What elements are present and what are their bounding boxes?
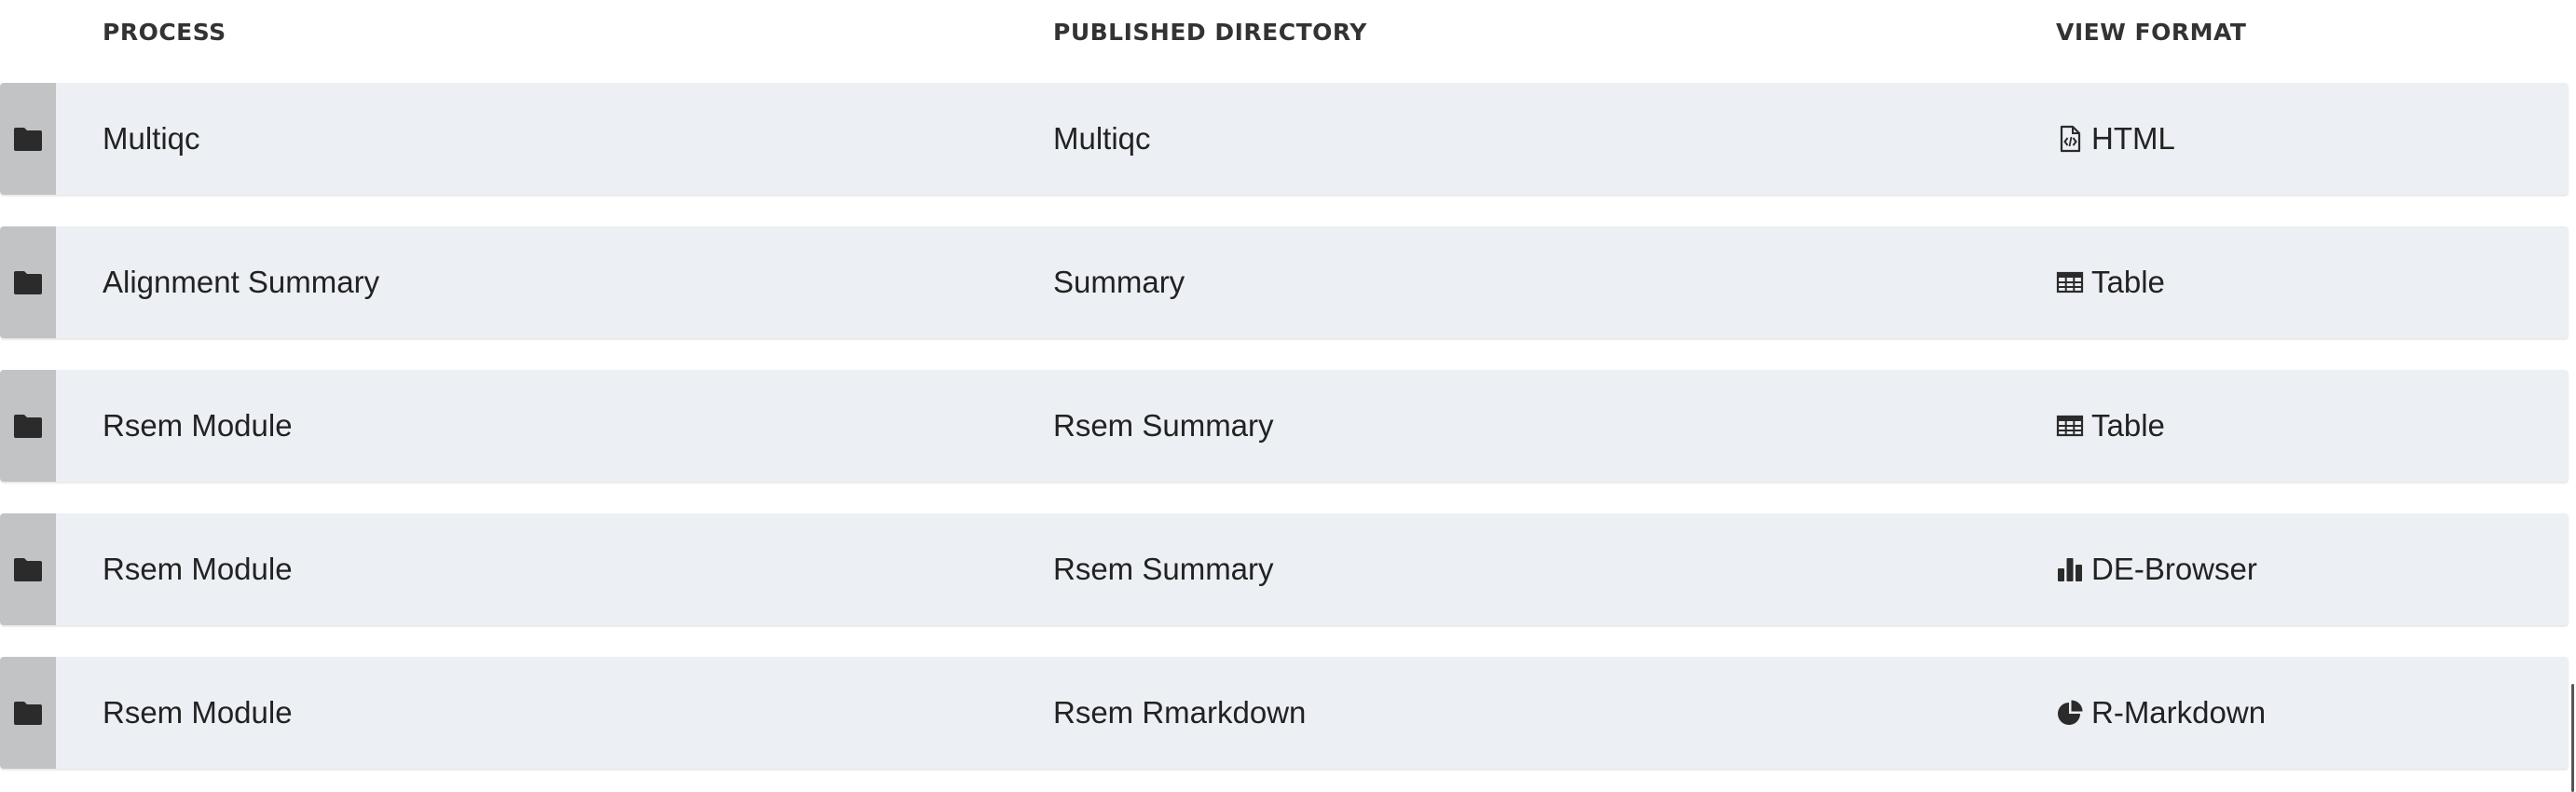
published-directory-cell: Summary xyxy=(1053,265,1185,299)
table-header: PROCESS PUBLISHED DIRECTORY VIEW FORMAT xyxy=(0,0,2576,71)
view-format-link[interactable]: HTML xyxy=(2056,83,2175,195)
bar-chart-icon xyxy=(2056,555,2084,583)
folder-icon xyxy=(13,700,43,726)
view-format-label: DE-Browser xyxy=(2091,552,2257,586)
table-row[interactable]: Rsem Module Rsem Summary Table xyxy=(0,370,2569,482)
row-folder-toggle[interactable] xyxy=(0,83,56,195)
process-cell: Rsem Module xyxy=(103,408,293,443)
process-cell: Rsem Module xyxy=(103,695,293,730)
view-format-label: Table xyxy=(2091,408,2165,443)
published-directory-cell: Rsem Rmarkdown xyxy=(1053,695,1307,730)
folder-icon xyxy=(13,269,43,295)
table-row[interactable]: Rsem Module Rsem Summary DE-Browser xyxy=(0,513,2569,625)
published-directory-cell: Rsem Summary xyxy=(1053,408,1274,443)
column-header-process[interactable]: PROCESS xyxy=(103,19,226,46)
folder-icon xyxy=(13,556,43,582)
folder-icon xyxy=(13,413,43,439)
view-format-label: Table xyxy=(2091,265,2165,299)
table-row[interactable]: Rsem Module Rsem Rmarkdown R-Markdown xyxy=(0,657,2569,769)
table-icon xyxy=(2056,412,2084,440)
view-format-link[interactable]: Table xyxy=(2056,226,2165,338)
published-directory-cell: Rsem Summary xyxy=(1053,552,1274,586)
view-format-link[interactable]: DE-Browser xyxy=(2056,513,2257,625)
row-folder-toggle[interactable] xyxy=(0,370,56,482)
view-format-label: R-Markdown xyxy=(2091,695,2267,730)
table-row[interactable]: Alignment Summary Summary Table xyxy=(0,226,2569,338)
pie-chart-icon xyxy=(2056,699,2084,727)
file-code-icon xyxy=(2056,125,2084,153)
process-cell: Rsem Module xyxy=(103,552,293,586)
table-row[interactable]: Multiqc Multiqc HTML xyxy=(0,83,2569,195)
view-format-link[interactable]: Table xyxy=(2056,370,2165,482)
vertical-scrollbar[interactable] xyxy=(2571,684,2574,792)
row-folder-toggle[interactable] xyxy=(0,226,56,338)
published-directory-cell: Multiqc xyxy=(1053,121,1151,156)
process-cell: Alignment Summary xyxy=(103,265,380,299)
outputs-table: PROCESS PUBLISHED DIRECTORY VIEW FORMAT … xyxy=(0,0,2576,792)
folder-icon xyxy=(13,126,43,152)
column-header-published-directory[interactable]: PUBLISHED DIRECTORY xyxy=(1053,19,1367,46)
row-folder-toggle[interactable] xyxy=(0,657,56,769)
view-format-link[interactable]: R-Markdown xyxy=(2056,657,2266,769)
view-format-label: HTML xyxy=(2091,121,2175,156)
row-folder-toggle[interactable] xyxy=(0,513,56,625)
process-cell: Multiqc xyxy=(103,121,200,156)
table-icon xyxy=(2056,268,2084,296)
column-header-view-format[interactable]: VIEW FORMAT xyxy=(2056,19,2246,46)
